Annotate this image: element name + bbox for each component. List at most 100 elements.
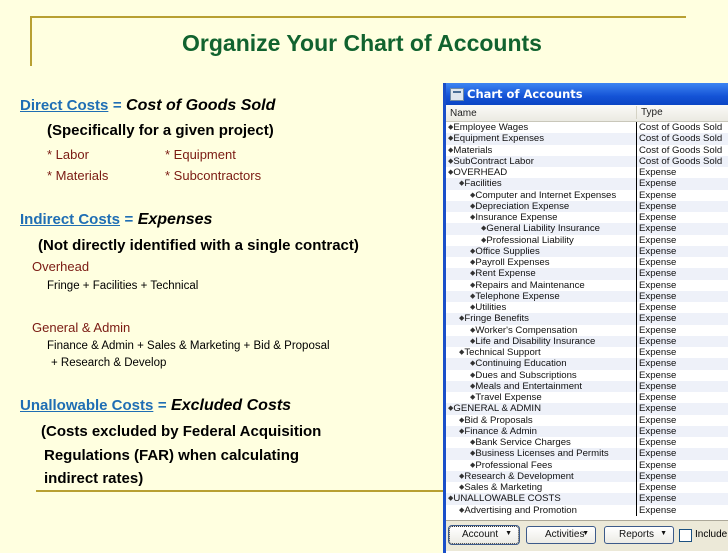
account-row[interactable]: ◆GENERAL & ADMIN Expense — [446, 403, 728, 415]
account-type: Cost of Goods Sold — [636, 133, 722, 145]
account-row[interactable]: ◆Computer and Internet Expenses Expense — [446, 189, 728, 201]
account-name-text: GENERAL & ADMIN — [453, 403, 541, 415]
account-row[interactable]: ◆Finance & Admin Expense — [446, 425, 728, 437]
account-name-text: Meals and Entertainment — [475, 380, 583, 392]
account-row[interactable]: ◆Business Licenses and Permits Expense — [446, 448, 728, 460]
account-row[interactable]: ◆Utilities Expense — [446, 302, 728, 314]
account-name-text: Travel Expense — [475, 392, 542, 403]
window-list-icon — [450, 88, 464, 101]
reports-menu-button[interactable]: Reports ▼ — [604, 526, 674, 544]
account-row[interactable]: ◆Dues and Subscriptions Expense — [446, 369, 728, 381]
account-name-text: Business Licenses and Permits — [475, 448, 609, 460]
account-name-text: Professional Fees — [475, 459, 553, 471]
account-name: ◆Fringe Benefits — [459, 313, 529, 324]
unallowable-costs-link[interactable]: Unallowable Costs — [20, 397, 153, 414]
account-type: Expense — [636, 178, 676, 190]
account-type: Expense — [636, 392, 676, 404]
account-name-text: Fringe Benefits — [464, 313, 529, 325]
account-name-text: Repairs and Maintenance — [475, 279, 585, 291]
account-row[interactable]: ◆Insurance Expense Expense — [446, 212, 728, 224]
direct-costs-note: (Specifically for a given project) — [47, 122, 274, 139]
account-name-text: UNALLOWABLE COSTS — [453, 493, 561, 505]
account-name-text: Telephone Expense — [475, 290, 560, 302]
window-title-bar[interactable]: Chart of Accounts — [446, 83, 728, 105]
account-row[interactable]: ◆Meals and Entertainment Expense — [446, 380, 728, 392]
column-header-name[interactable]: Name — [450, 108, 477, 119]
account-name-text: Technical Support — [464, 347, 541, 358]
account-row[interactable]: ◆Office Supplies Expense — [446, 245, 728, 257]
direct-costs-definition: Cost of Goods Sold — [126, 97, 276, 114]
account-row[interactable]: ◆Equipment Expenses Cost of Goods Sold — [446, 133, 728, 145]
account-row[interactable]: ◆General Liability Insurance Expense — [446, 223, 728, 235]
direct-item-subcontractors: * Subcontractors — [165, 168, 262, 183]
account-name: ◆Life and Disability Insurance — [470, 336, 595, 347]
include-inactive-checkbox[interactable] — [679, 529, 692, 542]
account-row[interactable]: ◆Worker's Compensation Expense — [446, 324, 728, 336]
reports-button-label: Reports — [619, 529, 655, 540]
account-name-text: Professional Liability — [486, 234, 574, 246]
account-name: ◆Facilities — [459, 178, 502, 189]
account-name: ◆Worker's Compensation — [470, 325, 577, 336]
account-row[interactable]: ◆Materials Cost of Goods Sold — [446, 144, 728, 156]
account-row[interactable]: ◆Life and Disability Insurance Expense — [446, 335, 728, 347]
account-type: Cost of Goods Sold — [636, 144, 722, 156]
account-row[interactable]: ◆Bank Service Charges Expense — [446, 437, 728, 449]
account-row[interactable]: ◆Telephone Expense Expense — [446, 290, 728, 302]
account-name: ◆UNALLOWABLE COSTS — [448, 493, 561, 504]
account-type: Expense — [636, 257, 676, 269]
account-row[interactable]: ◆SubContract Labor Cost of Goods Sold — [446, 155, 728, 167]
account-row[interactable]: ◆OVERHEAD Expense — [446, 167, 728, 179]
account-name-text: Sales & Marketing — [464, 482, 543, 493]
account-name-text: Employee Wages — [453, 122, 529, 133]
account-menu-button[interactable]: Account ▼ — [448, 525, 520, 545]
direct-item-labor: * Labor — [47, 147, 89, 162]
account-name: ◆Bid & Proposals — [459, 415, 533, 426]
activities-menu-button[interactable]: Activities ▼ — [526, 526, 596, 544]
account-type: Expense — [636, 437, 676, 449]
account-row[interactable]: ◆Professional Fees Expense — [446, 459, 728, 471]
account-row[interactable]: ◆Payroll Expenses Expense — [446, 257, 728, 269]
chart-of-accounts-window: Chart of Accounts Name Type ◆Employee Wa… — [443, 83, 728, 553]
account-name: ◆Dues and Subscriptions — [470, 370, 577, 381]
account-button-label: Account — [462, 529, 499, 540]
account-name: ◆Employee Wages — [448, 122, 528, 133]
account-row[interactable]: ◆Employee Wages Cost of Goods Sold — [446, 122, 728, 134]
account-row[interactable]: ◆UNALLOWABLE COSTS Expense — [446, 493, 728, 505]
account-name-text: Computer and Internet Expenses — [475, 189, 617, 201]
account-name: ◆Business Licenses and Permits — [470, 448, 609, 459]
account-row[interactable]: ◆Advertising and Promotion Expense — [446, 504, 728, 516]
account-row[interactable]: ◆Rent Expense Expense — [446, 268, 728, 280]
column-header-type[interactable]: Type — [636, 106, 663, 119]
indirect-costs-link[interactable]: Indirect Costs — [20, 211, 120, 228]
account-row[interactable]: ◆Sales & Marketing Expense — [446, 482, 728, 494]
account-type: Expense — [636, 335, 676, 347]
account-name: ◆OVERHEAD — [448, 167, 507, 178]
account-row[interactable]: ◆Depreciation Expense Expense — [446, 200, 728, 212]
account-row[interactable]: ◆Research & Development Expense — [446, 470, 728, 482]
account-type: Cost of Goods Sold — [636, 155, 722, 167]
list-header: Name Type — [446, 105, 728, 122]
unallowable-costs-definition: Excluded Costs — [171, 397, 292, 414]
account-row[interactable]: ◆Fringe Benefits Expense — [446, 313, 728, 325]
account-row[interactable]: ◆Repairs and Maintenance Expense — [446, 279, 728, 291]
account-type: Expense — [636, 504, 676, 516]
account-row[interactable]: ◆Professional Liability Expense — [446, 234, 728, 246]
account-row[interactable]: ◆Travel Expense Expense — [446, 392, 728, 404]
account-name: ◆Continuing Education — [470, 358, 567, 369]
account-name-text: Office Supplies — [475, 245, 540, 257]
include-inactive-label[interactable]: Include inactive — [695, 529, 728, 540]
account-row[interactable]: ◆Bid & Proposals Expense — [446, 414, 728, 426]
account-type: Expense — [636, 234, 676, 246]
account-name: ◆Meals and Entertainment — [470, 381, 582, 392]
direct-costs-link[interactable]: Direct Costs — [20, 97, 108, 114]
account-type: Expense — [636, 470, 676, 482]
account-row[interactable]: ◆Facilities Expense — [446, 178, 728, 190]
account-row[interactable]: ◆Technical Support Expense — [446, 347, 728, 359]
triangle-down-icon: ▼ — [660, 530, 667, 537]
account-type: Expense — [636, 167, 676, 179]
slide-title: Organize Your Chart of Accounts — [182, 30, 542, 56]
window-button-bar: Account ▼ Activities ▼ Reports ▼ Include… — [446, 520, 728, 551]
account-row[interactable]: ◆Continuing Education Expense — [446, 358, 728, 370]
account-name-text: Utilities — [475, 302, 507, 313]
direct-costs-heading: Direct Costs = Cost of Goods Sold — [20, 97, 275, 115]
